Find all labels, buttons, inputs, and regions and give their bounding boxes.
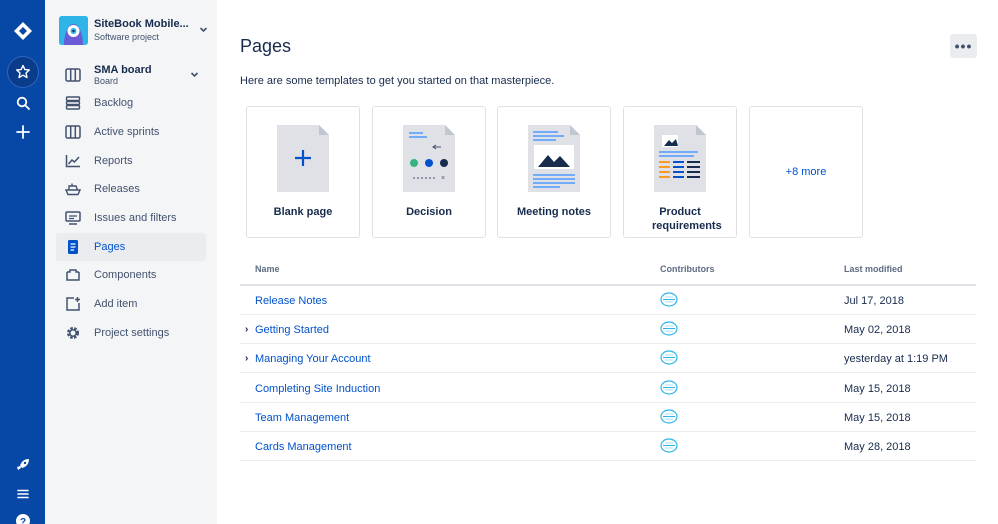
table-row: Completing Site Induction May 15, 2018 [240, 374, 976, 403]
jira-logo-icon[interactable] [0, 16, 45, 46]
more-actions-button[interactable]: ••• [950, 34, 977, 58]
contributor-avatar[interactable] [660, 350, 678, 365]
contributor-avatar[interactable] [660, 409, 678, 424]
ellipsis-icon: ••• [954, 38, 973, 54]
contributor-avatar[interactable] [660, 438, 678, 453]
search-icon[interactable] [0, 88, 45, 118]
template-card-more[interactable]: +8 more [749, 106, 863, 238]
global-nav: ? [0, 0, 45, 524]
page-link[interactable]: Getting Started [255, 324, 329, 336]
table-row: › Managing Your Account yesterday at 1:1… [240, 344, 976, 373]
last-modified: May 15, 2018 [844, 412, 911, 424]
chevron-down-icon[interactable] [199, 25, 208, 36]
page-link[interactable]: Release Notes [255, 295, 327, 307]
table-row: › Getting Started May 02, 2018 [240, 315, 976, 344]
page-link[interactable]: Managing Your Account [255, 353, 371, 365]
page-link[interactable]: Completing Site Induction [255, 383, 380, 395]
sidebar-item-reports[interactable]: Reports [56, 147, 206, 175]
svg-text:×: × [441, 175, 445, 182]
monitor-icon [65, 210, 81, 226]
column-header-contributors: Contributors [660, 264, 715, 274]
template-label: Blank page [273, 206, 333, 218]
template-label: Meeting notes [517, 206, 591, 218]
sidebar-item-label: Issues and filters [94, 212, 177, 224]
page-title: Pages [240, 36, 292, 56]
template-label: Product requirements [652, 206, 722, 232]
sidebar-item-label: Add item [94, 298, 138, 310]
sidebar-item-active-sprints[interactable]: Active sprints [56, 118, 206, 146]
template-label: Decision [406, 206, 452, 218]
board-name: SMA board [94, 64, 152, 76]
template-card-blank-page[interactable]: Blank page [246, 106, 360, 238]
project-avatar [59, 16, 88, 45]
last-modified: May 02, 2018 [844, 324, 911, 336]
contributor-avatar[interactable] [660, 380, 678, 395]
sidebar-item-label: Backlog [94, 97, 134, 109]
sidebar-item-label: Reports [94, 155, 133, 167]
add-item-icon [65, 296, 81, 312]
sidebar-item-releases[interactable]: Releases [56, 175, 206, 203]
column-header-last-modified[interactable]: Last modified [844, 264, 903, 274]
last-modified: May 15, 2018 [844, 383, 911, 395]
table-row: Cards Management May 28, 2018 [240, 432, 976, 461]
table-row: Release Notes Jul 17, 2018 [240, 286, 976, 315]
last-modified: yesterday at 1:19 PM [844, 353, 948, 365]
project-switcher[interactable]: SiteBook Mobile... Software project [59, 16, 211, 46]
project-sidebar: SiteBook Mobile... Software project SMA … [45, 0, 217, 524]
create-icon[interactable] [0, 117, 45, 147]
column-header-name[interactable]: Name [255, 264, 280, 274]
project-name: SiteBook Mobile... [94, 18, 189, 30]
sidebar-item-issues-and-filters[interactable]: Issues and filters [56, 204, 206, 232]
more-templates-link[interactable]: +8 more [750, 166, 862, 178]
starred-icon[interactable] [0, 57, 45, 87]
page-icon [65, 239, 81, 255]
columns-icon [65, 124, 81, 140]
template-card-meeting-notes[interactable]: Meeting notes [497, 106, 611, 238]
project-type: Software project [94, 32, 160, 42]
page-link[interactable]: Cards Management [255, 441, 352, 453]
sidebar-item-pages[interactable]: Pages [56, 233, 206, 261]
board-switcher[interactable]: SMA board Board [56, 60, 206, 90]
chevron-down-icon[interactable] [190, 70, 199, 81]
rocket-icon[interactable] [0, 450, 45, 480]
svg-text:?: ? [19, 517, 25, 524]
contributor-avatar[interactable] [660, 321, 678, 336]
chevron-right-icon[interactable]: › [245, 353, 248, 364]
chart-icon [65, 153, 81, 169]
sidebar-item-backlog[interactable]: Backlog [56, 89, 206, 117]
contributor-avatar[interactable] [660, 292, 678, 307]
board-type: Board [94, 76, 119, 86]
sidebar-item-label: Components [94, 269, 157, 281]
decision-thumbnail-icon: × [403, 125, 455, 192]
sidebar-item-label: Pages [94, 241, 126, 253]
sidebar-item-add-item[interactable]: Add item [56, 290, 206, 318]
table-row: Team Management May 15, 2018 [240, 403, 976, 432]
sidebar-item-components[interactable]: Components [56, 261, 206, 289]
component-icon [65, 267, 81, 283]
help-icon[interactable]: ? [0, 506, 45, 524]
backlog-icon [65, 95, 81, 111]
page-link[interactable]: Team Management [255, 412, 349, 424]
sidebar-item-label: Active sprints [94, 126, 160, 138]
chevron-right-icon[interactable]: › [245, 324, 248, 335]
menu-icon[interactable] [0, 479, 45, 509]
intro-text: Here are some templates to get you start… [240, 75, 555, 87]
template-card-decision[interactable]: × Decision [372, 106, 486, 238]
template-card-product-requirements[interactable]: Product requirements [623, 106, 737, 238]
blank-page-thumbnail-icon [277, 125, 329, 192]
ship-icon [65, 181, 81, 197]
sidebar-item-project-settings[interactable]: Project settings [56, 319, 206, 347]
gear-icon [65, 325, 81, 341]
sidebar-item-label: Releases [94, 183, 140, 195]
sidebar-item-label: Project settings [94, 327, 170, 339]
last-modified: Jul 17, 2018 [844, 295, 904, 307]
last-modified: May 28, 2018 [844, 441, 911, 453]
board-icon [65, 67, 81, 83]
meeting-notes-thumbnail-icon [528, 125, 580, 192]
product-requirements-thumbnail-icon [654, 125, 706, 192]
